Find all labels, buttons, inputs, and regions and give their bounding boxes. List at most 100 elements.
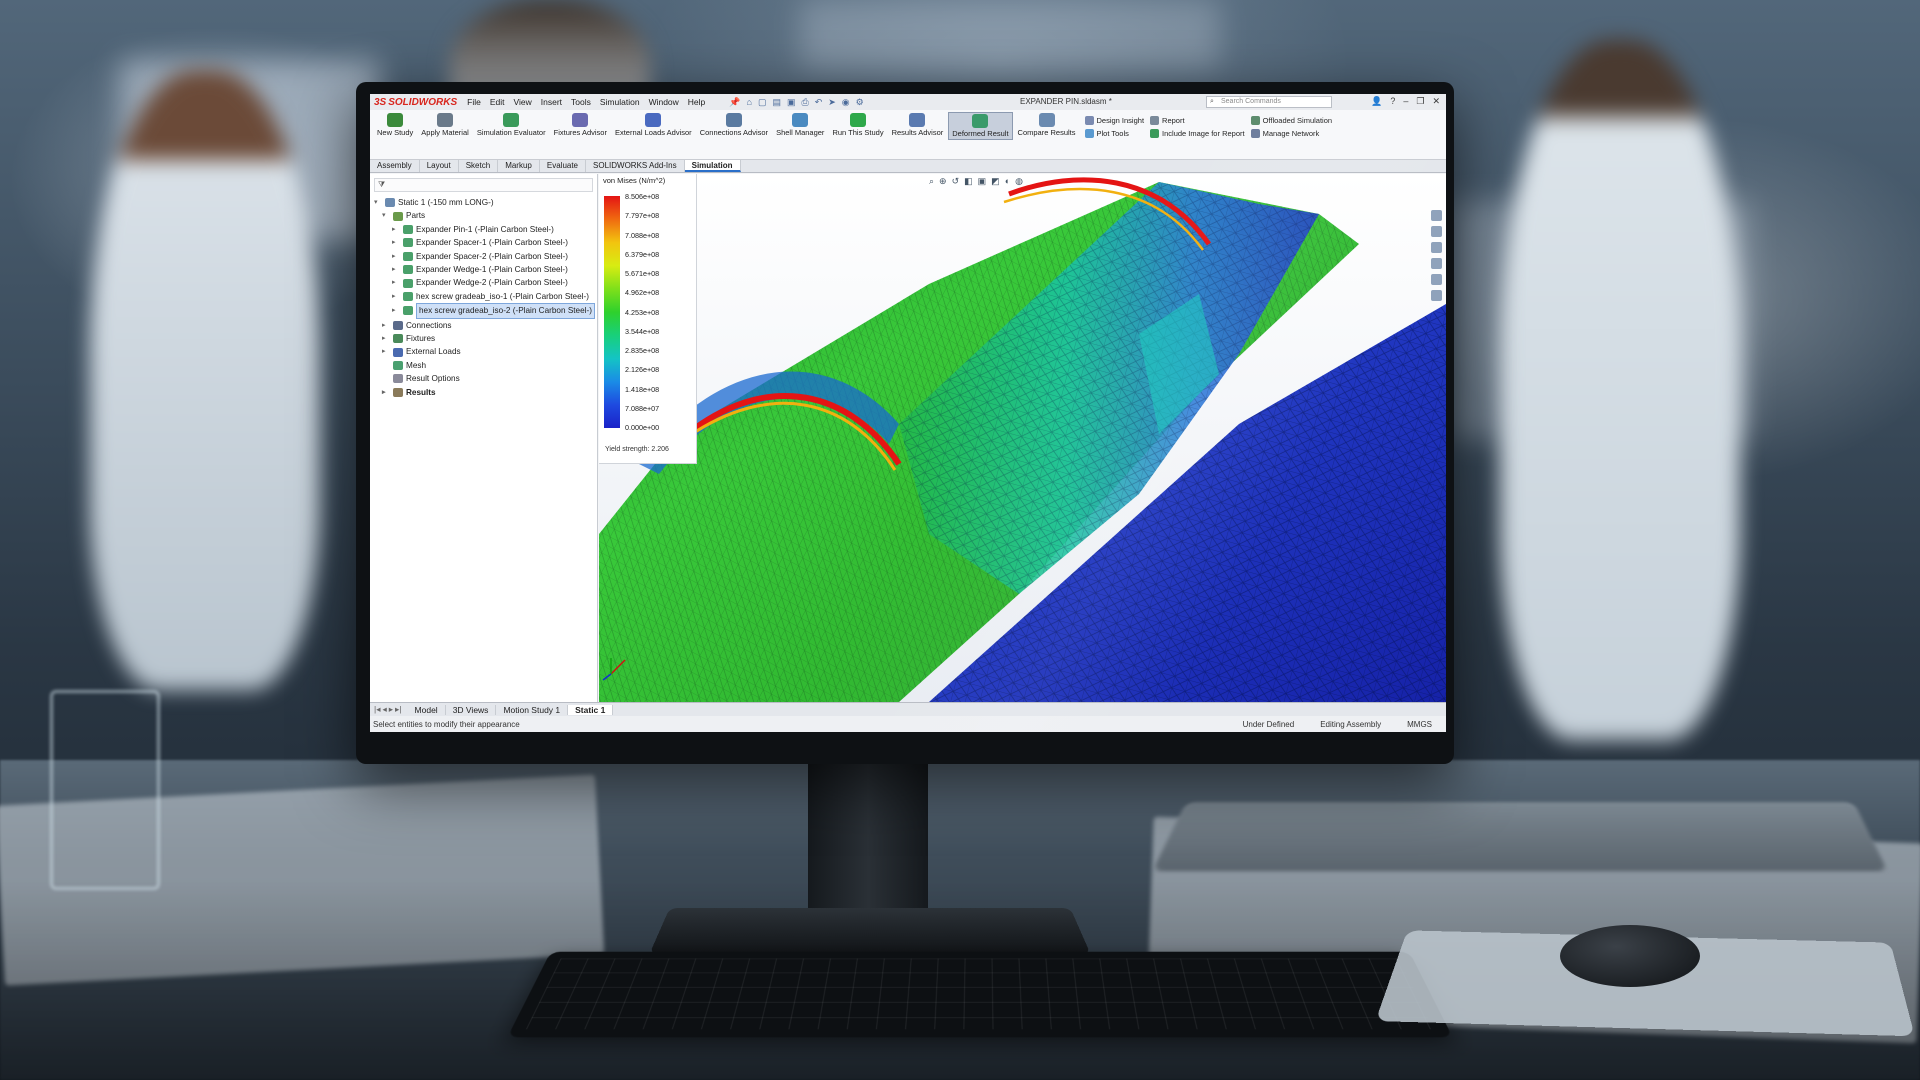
graphics-viewport[interactable]: von Mises (N/m^2) 8.506e+08 7.797e+08 7.… [599, 174, 1446, 702]
report-button[interactable]: Report [1150, 116, 1245, 125]
shell-manager-button[interactable]: Shell Manager [773, 112, 827, 138]
compare-results-button[interactable]: Compare Results [1015, 112, 1079, 138]
design-library-icon[interactable] [1431, 226, 1442, 237]
tree-item-part[interactable]: ▸ Expander Wedge-1 (-Plain Carbon Steel-) [374, 263, 597, 276]
hide-show-icon[interactable]: ◐ [1005, 176, 1010, 187]
appearances-icon[interactable] [1431, 274, 1442, 285]
section-view-icon[interactable]: ◧ [964, 176, 973, 187]
next-tab-icon[interactable]: ▸ [389, 704, 393, 715]
stress-legend[interactable]: von Mises (N/m^2) 8.506e+08 7.797e+08 7.… [599, 174, 697, 464]
options-icon[interactable]: ⚙ [856, 97, 864, 108]
tree-item-part[interactable]: ▸ Expander Wedge-2 (-Plain Carbon Steel-) [374, 276, 597, 289]
undo-icon[interactable]: ↶ [815, 97, 823, 108]
solidworks-logo[interactable]: 3S SOLIDWORKS [374, 97, 457, 108]
manage-network-button[interactable]: Manage Network [1250, 129, 1333, 138]
expand-toggle-icon[interactable]: ▸ [392, 263, 400, 276]
tree-item-parts[interactable]: ▾ Parts [374, 209, 597, 222]
previous-view-icon[interactable]: ↺ [952, 176, 960, 187]
custom-properties-icon[interactable] [1431, 290, 1442, 301]
menu-simulation[interactable]: Simulation [600, 97, 640, 107]
close-icon[interactable]: ✕ [1432, 96, 1440, 107]
simulation-evaluator-button[interactable]: Simulation Evaluator [474, 112, 549, 138]
expand-toggle-icon[interactable]: ▸ [382, 345, 390, 358]
save-icon[interactable]: ▣ [787, 97, 796, 108]
results-advisor-button[interactable]: Results Advisor [889, 112, 947, 138]
tab-layout[interactable]: Layout [420, 160, 459, 172]
plot-tools-button[interactable]: Plot Tools [1084, 129, 1145, 138]
tree-item-part-selected[interactable]: ▸ hex screw gradeab_iso-2 (-Plain Carbon … [374, 303, 597, 319]
tab-motion-study[interactable]: Motion Study 1 [496, 704, 569, 715]
tree-item-result-options[interactable]: Result Options [374, 372, 597, 385]
restore-icon[interactable]: ❐ [1416, 96, 1424, 107]
view-orientation-icon[interactable]: ▣ [978, 176, 987, 187]
expand-toggle-icon[interactable]: ▸ [392, 304, 400, 317]
zoom-area-icon[interactable]: ⊕ [939, 176, 947, 187]
menu-tools[interactable]: Tools [571, 97, 591, 107]
tree-item-study-root[interactable]: ▾ Static 1 (-150 mm LONG-) [374, 196, 597, 209]
menu-window[interactable]: Window [649, 97, 679, 107]
file-explorer-icon[interactable] [1431, 242, 1442, 253]
expand-toggle-icon[interactable]: ▸ [382, 386, 390, 399]
tree-filter[interactable]: ⧩ [374, 178, 593, 192]
tab-model[interactable]: Model [408, 704, 446, 715]
connections-advisor-button[interactable]: Connections Advisor [697, 112, 771, 138]
external-loads-advisor-button[interactable]: External Loads Advisor [612, 112, 695, 138]
print-icon[interactable]: ⎙ [801, 97, 808, 108]
tree-item-fixtures[interactable]: ▸ Fixtures [374, 332, 597, 345]
fem-stress-plot[interactable] [599, 174, 1446, 702]
select-icon[interactable]: ➤ [828, 97, 836, 108]
design-insight-button[interactable]: Design Insight [1084, 116, 1144, 125]
tab-simulation[interactable]: Simulation [684, 160, 741, 172]
new-study-button[interactable]: New Study [374, 112, 416, 138]
last-tab-icon[interactable]: ▸| [395, 704, 401, 715]
new-file-icon[interactable]: ▢ [758, 97, 767, 108]
zoom-to-fit-icon[interactable]: ⌕ [929, 176, 934, 187]
display-style-icon[interactable]: ◩ [991, 176, 1000, 187]
tree-item-connections[interactable]: ▸ Connections [374, 319, 597, 332]
tree-item-external-loads[interactable]: ▸ External Loads [374, 345, 597, 358]
menu-view[interactable]: View [513, 97, 531, 107]
home-icon[interactable]: ⌂ [747, 97, 752, 108]
expand-toggle-icon[interactable]: ▸ [392, 250, 400, 263]
tree-item-part[interactable]: ▸ Expander Spacer-1 (-Plain Carbon Steel-… [374, 236, 597, 249]
menu-insert[interactable]: Insert [541, 97, 562, 107]
expand-toggle-icon[interactable]: ▾ [374, 196, 382, 209]
help-icon[interactable]: ? [1390, 96, 1395, 107]
prev-tab-icon[interactable]: ◂ [382, 704, 386, 715]
tree-item-mesh[interactable]: Mesh [374, 359, 597, 372]
menu-edit[interactable]: Edit [490, 97, 505, 107]
resources-icon[interactable] [1431, 210, 1442, 221]
rebuild-icon[interactable]: ◉ [842, 97, 850, 108]
apply-material-button[interactable]: Apply Material [418, 112, 472, 138]
fixtures-advisor-button[interactable]: Fixtures Advisor [551, 112, 610, 138]
expand-toggle-icon[interactable]: ▾ [382, 209, 390, 222]
expand-toggle-icon[interactable]: ▸ [392, 223, 400, 236]
tab-3d-views[interactable]: 3D Views [446, 704, 497, 715]
pin-icon[interactable]: 📌 [729, 97, 740, 108]
first-tab-icon[interactable]: |◂ [374, 704, 380, 715]
expand-toggle-icon[interactable]: ▸ [382, 319, 390, 332]
view-palette-icon[interactable] [1431, 258, 1442, 269]
tab-markup[interactable]: Markup [498, 160, 540, 172]
expand-toggle-icon[interactable]: ▸ [392, 276, 400, 289]
tab-static-1[interactable]: Static 1 [568, 704, 614, 715]
search-commands-input[interactable]: Search Commands [1206, 96, 1332, 108]
menu-file[interactable]: File [467, 97, 481, 107]
deformed-result-button[interactable]: Deformed Result [948, 112, 1013, 140]
tree-item-part[interactable]: ▸ hex screw gradeab_iso-1 (-Plain Carbon … [374, 290, 597, 303]
tree-item-results[interactable]: ▸ Results [374, 386, 597, 399]
tab-solidworks-addins[interactable]: SOLIDWORKS Add-Ins [586, 160, 685, 172]
tab-sketch[interactable]: Sketch [459, 160, 499, 172]
expand-toggle-icon[interactable]: ▸ [392, 236, 400, 249]
units-selector[interactable]: MMGS [1407, 720, 1432, 729]
expand-toggle-icon[interactable]: ▸ [382, 332, 390, 345]
tab-assembly[interactable]: Assembly [370, 160, 420, 172]
tab-evaluate[interactable]: Evaluate [540, 160, 587, 172]
include-image-button[interactable]: Include Image for Report [1150, 129, 1245, 138]
appearance-icon[interactable]: ◍ [1015, 176, 1023, 187]
user-icon[interactable]: 👤 [1371, 96, 1382, 107]
run-this-study-button[interactable]: Run This Study [829, 112, 886, 138]
minimize-icon[interactable]: – [1403, 96, 1408, 107]
offloaded-simulation-button[interactable]: Offloaded Simulation [1250, 116, 1332, 125]
tree-item-part[interactable]: ▸ Expander Spacer-2 (-Plain Carbon Steel-… [374, 250, 597, 263]
